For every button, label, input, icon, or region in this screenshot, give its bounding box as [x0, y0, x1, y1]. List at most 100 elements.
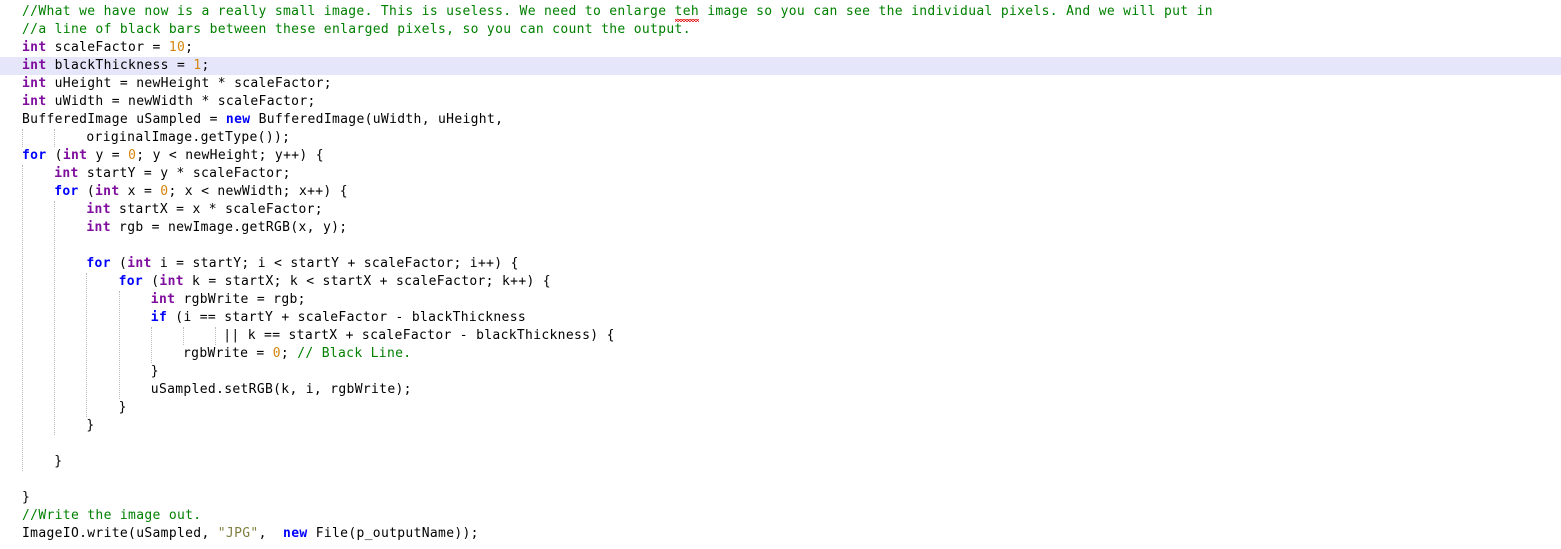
token-text: }: [22, 490, 31, 505]
code-editor-pane[interactable]: //What we have now is a really small ima…: [0, 0, 1561, 549]
code-line[interactable]: int uHeight = newHeight * scaleFactor;: [0, 75, 1561, 93]
token-type: int: [54, 166, 79, 181]
token-type: int: [95, 184, 120, 199]
code-line[interactable]: int blackThickness = 1;: [0, 57, 1561, 75]
token-text: y =: [87, 148, 129, 163]
code-line-text: int uWidth = newWidth * scaleFactor;: [0, 93, 316, 111]
token-text: uSampled.setRGB(k, i, rgbWrite);: [150, 382, 412, 397]
code-line[interactable]: for (int k = startX; k < startX + scaleF…: [0, 273, 1561, 291]
token-keyword: new: [283, 526, 308, 541]
code-line[interactable]: BufferedImage uSampled = new BufferedIma…: [0, 111, 1561, 129]
code-line-text: //Write the image out.: [0, 507, 201, 525]
code-line-text: int rgbWrite = rgb;: [0, 291, 306, 309]
code-line[interactable]: int uWidth = newWidth * scaleFactor;: [0, 93, 1561, 111]
code-line[interactable]: [0, 471, 1561, 489]
code-line-text: int scaleFactor = 10;: [0, 39, 193, 57]
code-line[interactable]: for (int x = 0; x < newWidth; x++) {: [0, 183, 1561, 201]
token-text: ;: [185, 40, 194, 55]
code-line-text: int startY = y * scaleFactor;: [0, 165, 291, 183]
code-line[interactable]: }: [0, 489, 1561, 507]
code-line-text: }: [0, 453, 62, 471]
code-line[interactable]: int startY = y * scaleFactor;: [0, 165, 1561, 183]
code-line[interactable]: int scaleFactor = 10;: [0, 39, 1561, 57]
code-line-text: int startX = x * scaleFactor;: [0, 201, 323, 219]
code-line-text: if (i == startY + scaleFactor - blackThi…: [0, 309, 526, 327]
code-line[interactable]: //a line of black bars between these enl…: [0, 21, 1561, 39]
code-line-text: int rgb = newImage.getRGB(x, y);: [0, 219, 347, 237]
token-keyword: new: [225, 112, 251, 127]
token-type: int: [62, 148, 88, 163]
token-keyword: for: [22, 148, 47, 163]
code-line[interactable]: int startX = x * scaleFactor;: [0, 201, 1561, 219]
code-line-text: rgbWrite = 0; // Black Line.: [0, 345, 411, 363]
token-text: (: [143, 274, 160, 289]
code-line-text: int blackThickness = 1;: [0, 57, 210, 75]
token-text: }: [150, 364, 159, 379]
code-line-text: for (int k = startX; k < startX + scaleF…: [0, 273, 551, 291]
code-line-text: }: [0, 417, 95, 435]
token-comment: image so you can see the individual pixe…: [699, 4, 1213, 19]
code-line-text: for (int i = startY; i < startY + scaleF…: [0, 255, 519, 273]
code-line[interactable]: }: [0, 417, 1561, 435]
code-line[interactable]: rgbWrite = 0; // Black Line.: [0, 345, 1561, 363]
token-number: 0: [272, 346, 281, 361]
code-line-text: ImageIO.write(uSampled, "JPG", new File(…: [0, 525, 479, 543]
code-line[interactable]: //Write the image out.: [0, 507, 1561, 525]
code-line-text: //What we have now is a really small ima…: [0, 3, 1213, 22]
code-line[interactable]: //What we have now is a really small ima…: [0, 3, 1561, 22]
token-text: ; x < newWidth; x++) {: [168, 184, 348, 199]
code-line-text: for (int x = 0; x < newWidth; x++) {: [0, 183, 348, 201]
token-comment: //Write the image out.: [22, 508, 202, 523]
code-line[interactable]: for (int y = 0; y < newHeight; y++) {: [0, 147, 1561, 165]
token-string: "JPG": [217, 526, 259, 541]
token-text: ; y < newHeight; y++) {: [136, 148, 324, 163]
token-text: rgbWrite =: [183, 346, 273, 361]
token-text: }: [86, 418, 95, 433]
token-text: startY = y * scaleFactor;: [78, 166, 291, 181]
token-text: k = startX; k < startX + scaleFactor; k+…: [183, 274, 551, 289]
code-content[interactable]: //What we have now is a really small ima…: [0, 0, 1561, 549]
code-line[interactable]: [0, 237, 1561, 255]
token-type: int: [22, 58, 47, 73]
code-line[interactable]: uSampled.setRGB(k, i, rgbWrite);: [0, 381, 1561, 399]
code-line-text: //a line of black bars between these enl…: [0, 21, 691, 39]
code-line[interactable]: for (int i = startY; i < startY + scaleF…: [0, 255, 1561, 273]
code-line[interactable]: originalImage.getType());: [0, 129, 1561, 147]
code-line[interactable]: }: [0, 363, 1561, 381]
token-text: ,: [258, 526, 284, 541]
code-line[interactable]: || k == startX + scaleFactor - blackThic…: [0, 327, 1561, 345]
code-line-text: int uHeight = newHeight * scaleFactor;: [0, 75, 332, 93]
token-type: int: [127, 256, 152, 271]
code-line[interactable]: [0, 435, 1561, 453]
token-text: }: [118, 400, 127, 415]
token-text: ImageIO.write(uSampled,: [22, 526, 218, 541]
token-text: uWidth = newWidth * scaleFactor;: [46, 94, 316, 109]
code-line-text: }: [0, 363, 159, 381]
token-text: || k == startX + scaleFactor - blackThic…: [223, 328, 615, 343]
code-line-text: BufferedImage uSampled = new BufferedIma…: [0, 111, 503, 129]
token-text: originalImage.getType());: [86, 130, 291, 145]
code-line[interactable]: ImageIO.write(uSampled, "JPG", new File(…: [0, 525, 1561, 543]
token-text: rgbWrite = rgb;: [175, 292, 306, 307]
code-line[interactable]: if (i == startY + scaleFactor - blackThi…: [0, 309, 1561, 327]
code-line[interactable]: }: [0, 453, 1561, 471]
token-text: ;: [201, 58, 210, 73]
token-comment: // Black Line.: [297, 346, 412, 361]
token-type: int: [150, 292, 176, 307]
code-line[interactable]: int rgb = newImage.getRGB(x, y);: [0, 219, 1561, 237]
code-line[interactable]: int rgbWrite = rgb;: [0, 291, 1561, 309]
token-text: (i == startY + scaleFactor - blackThickn…: [167, 310, 527, 325]
token-text: scaleFactor =: [46, 40, 169, 55]
token-type: int: [86, 202, 111, 217]
token-number: 10: [168, 40, 186, 55]
spellcheck-misspelling[interactable]: teh: [674, 3, 700, 22]
code-line[interactable]: }: [0, 399, 1561, 417]
token-text: }: [54, 454, 63, 469]
token-type: int: [86, 220, 111, 235]
token-text: (: [78, 184, 95, 199]
token-text: startX = x * scaleFactor;: [110, 202, 323, 217]
token-comment: teh: [674, 4, 700, 19]
token-text: uHeight = newHeight * scaleFactor;: [46, 76, 332, 91]
